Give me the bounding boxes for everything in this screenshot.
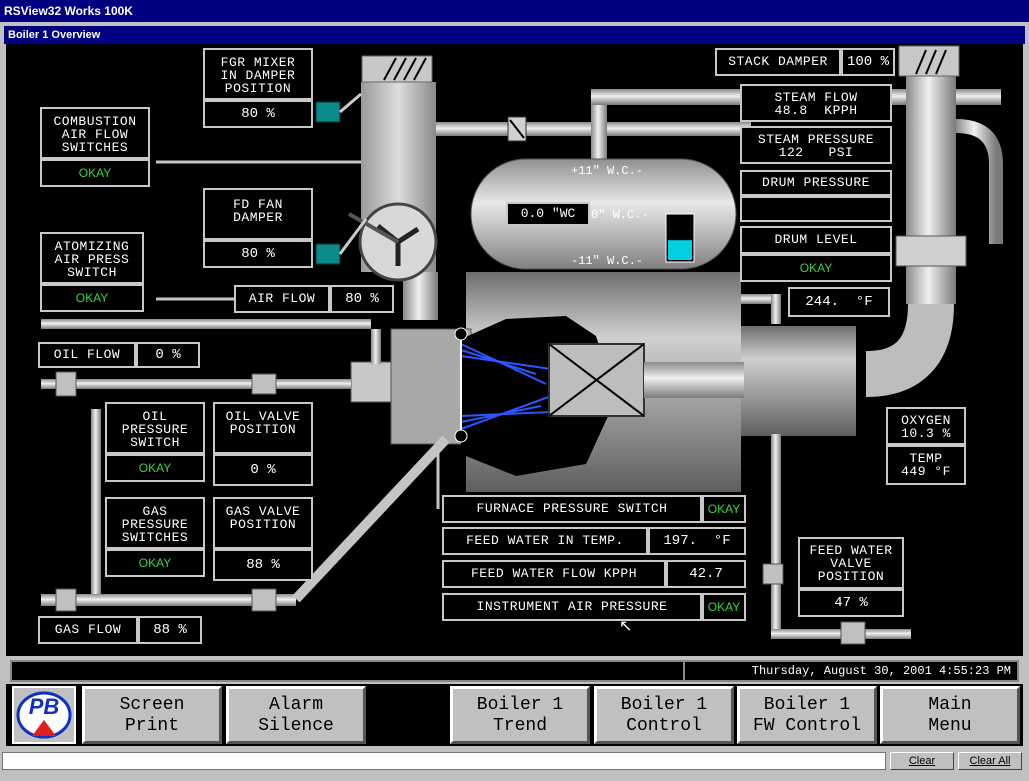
stack-temp-value: 244. °F (788, 287, 890, 317)
screen-print-button[interactable]: Screen Print (82, 686, 222, 744)
instrument-air-status: OKAY (702, 593, 746, 621)
drum-pressure-value (740, 196, 892, 222)
duct-hatch (361, 55, 433, 83)
atomizing-air-status: OKAY (40, 284, 144, 312)
fw-valve (840, 621, 866, 645)
furnace-pressure-status: OKAY (702, 495, 746, 523)
air-flow-label: AIR FLOW (234, 285, 330, 313)
oil-flow-label: OIL FLOW (38, 342, 136, 368)
message-line (2, 752, 886, 770)
logo-text: PB (28, 694, 60, 719)
oil-valve-value: 0 % (213, 454, 313, 486)
mouse-cursor-icon: ↖ (619, 618, 633, 635)
oxygen-display: OXYGEN 10.3 % (886, 407, 966, 445)
fgr-mixer-label: FGR MIXER IN DAMPER POSITION (203, 48, 313, 100)
gas-flow-label: GAS FLOW (38, 616, 138, 644)
instrument-air-label: INSTRUMENT AIR PRESSURE (442, 593, 702, 621)
date-time-display: Thursday, August 30, 2001 4:55:23 PM (751, 664, 1011, 678)
status-divider (683, 662, 685, 680)
atomizing-air-label: ATOMIZING AIR PRESS SWITCH (40, 232, 144, 284)
gauge-mid-mark: 0" W.C.- (591, 208, 649, 222)
steam-flow-display: STEAM FLOW 48.8 KPPH (740, 84, 892, 122)
feed-water-temp-value: 197. °F (648, 527, 746, 555)
fgr-damper-actuator (315, 101, 341, 123)
gas-valve (251, 588, 277, 612)
clear-all-button[interactable]: Clear All (958, 752, 1022, 770)
drum-wc-value: 0.0 "WC (506, 202, 590, 226)
oil-valve-label: OIL VALVE POSITION (213, 402, 313, 454)
feed-water-temp-label: FEED WATER IN TEMP. (442, 527, 648, 555)
gauge-low-mark: -11" W.C.- (571, 254, 644, 268)
boiler-control-button[interactable]: Boiler 1 Control (594, 686, 734, 744)
gas-pressure-status: OKAY (105, 549, 205, 577)
company-logo: PB (12, 686, 76, 744)
oil-flow-value: 0 % (136, 342, 200, 368)
stack-damper-value: 100 % (841, 48, 895, 76)
air-flow-value: 80 % (330, 285, 394, 313)
oil-pressure-status: OKAY (105, 454, 205, 482)
alarm-silence-button[interactable]: Alarm Silence (226, 686, 366, 744)
drum-pressure-label: DRUM PRESSURE (740, 170, 892, 196)
fd-fan-value: 80 % (203, 240, 313, 268)
gas-pressure-label: GAS PRESSURE SWITCHES (105, 497, 205, 549)
fd-damper-actuator (315, 243, 341, 265)
gas-flow-value: 88 % (138, 616, 202, 644)
drum-level-status: OKAY (740, 254, 892, 282)
fd-fan-label: FD FAN DAMPER (203, 188, 313, 240)
gas-valve-value: 88 % (213, 549, 313, 581)
oil-valve (251, 373, 277, 395)
stack-damper-label: STACK DAMPER (715, 48, 841, 76)
furnace-pressure-label: FURNACE PRESSURE SWITCH (442, 495, 702, 523)
fw-valve-value: 47 % (798, 589, 904, 617)
gauge-high-mark: +11" W.C.- (571, 164, 644, 178)
drum-level-label: DRUM LEVEL (740, 226, 892, 254)
feed-water-flow-value: 42.7 (666, 560, 746, 588)
stack (906, 74, 956, 304)
boiler-fw-control-button[interactable]: Boiler 1 FW Control (737, 686, 877, 744)
window-title: RSView32 Works 100K (0, 0, 1029, 22)
drum-level-fill (668, 240, 692, 260)
screen-title: Boiler 1 Overview (4, 26, 1025, 44)
process-display: FGR MIXER IN DAMPER POSITION 80 % COMBUS… (6, 44, 1023, 656)
oil-pressure-label: OIL PRESSURE SWITCH (105, 402, 205, 454)
fw-valve-label: FEED WATER VALVE POSITION (798, 537, 904, 589)
clear-button[interactable]: Clear (890, 752, 954, 770)
feed-water-flow-label: FEED WATER FLOW KPPH (442, 560, 666, 588)
temp-display: TEMP 449 °F (886, 445, 966, 485)
main-menu-button[interactable]: Main Menu (880, 686, 1020, 744)
steam-pressure-display: STEAM PRESSURE 122 PSI (740, 126, 892, 164)
combustion-air-label: COMBUSTION AIR FLOW SWITCHES (40, 107, 150, 159)
boiler-trend-button[interactable]: Boiler 1 Trend (450, 686, 590, 744)
fgr-mixer-value: 80 % (203, 100, 313, 128)
combustion-air-status: OKAY (40, 159, 150, 187)
gas-valve-label: GAS VALVE POSITION (213, 497, 313, 549)
